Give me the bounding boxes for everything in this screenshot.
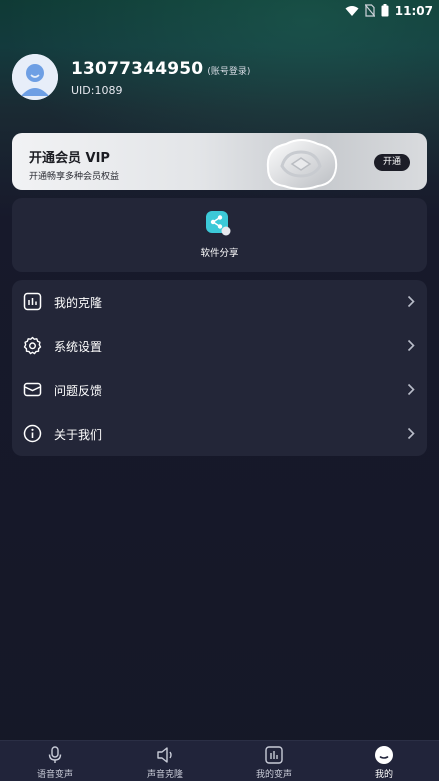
menu-item-feedback[interactable]: 问题反馈 bbox=[12, 368, 427, 412]
menu-item-my-clones[interactable]: 我的克隆 bbox=[12, 280, 427, 324]
user-phone: 13077344950 bbox=[71, 59, 204, 79]
avatar-person-icon bbox=[12, 54, 58, 100]
screen: 11:07 13077344950 (账号登录) UID:1089 开通会员 V… bbox=[0, 0, 439, 781]
profile-icon bbox=[375, 746, 393, 764]
bottom-nav: 语音变声 声音克隆 我的变声 我的 bbox=[0, 740, 439, 781]
share-card[interactable]: 软件分享 bbox=[12, 198, 427, 272]
battery-icon bbox=[381, 2, 389, 21]
nav-label: 我的 bbox=[374, 770, 393, 780]
speaker-icon bbox=[157, 747, 172, 763]
profile-header[interactable]: 13077344950 (账号登录) UID:1089 bbox=[12, 54, 427, 102]
chevron-right-icon bbox=[407, 383, 415, 396]
wifi-icon bbox=[345, 2, 359, 21]
share-icon bbox=[206, 211, 231, 236]
vip-open-button[interactable]: 开通 bbox=[374, 154, 410, 171]
vip-subtitle: 开通畅享多种会员权益 bbox=[29, 172, 120, 182]
nav-voice-clone[interactable]: 声音克隆 bbox=[110, 741, 220, 781]
gear-icon bbox=[23, 336, 42, 355]
vip-title: 开通会员 VIP bbox=[29, 151, 110, 166]
nav-voice-change[interactable]: 语音变声 bbox=[0, 741, 110, 781]
menu-label: 关于我们 bbox=[54, 428, 103, 442]
nav-my-voice-change[interactable]: 我的变声 bbox=[219, 741, 329, 781]
user-uid: UID:1089 bbox=[71, 84, 123, 97]
nav-label: 语音变声 bbox=[36, 770, 73, 780]
settings-menu: 我的克隆 系统设置 问题反馈 关于我们 bbox=[12, 280, 427, 456]
status-icons: 11:07 bbox=[345, 2, 433, 20]
chevron-right-icon bbox=[407, 339, 415, 352]
menu-item-about-us[interactable]: 关于我们 bbox=[12, 412, 427, 456]
status-bar: 11:07 bbox=[0, 0, 439, 22]
info-icon bbox=[23, 424, 42, 443]
share-label: 软件分享 bbox=[200, 248, 239, 259]
status-time: 11:07 bbox=[394, 4, 433, 18]
nav-label: 我的变声 bbox=[255, 770, 292, 780]
vip-emblem-icon bbox=[266, 139, 338, 190]
chevron-right-icon bbox=[407, 295, 415, 308]
equalizer-icon bbox=[265, 746, 283, 764]
menu-label: 问题反馈 bbox=[54, 384, 103, 398]
menu-item-system-settings[interactable]: 系统设置 bbox=[12, 324, 427, 368]
chart-icon bbox=[23, 292, 42, 311]
menu-label: 系统设置 bbox=[54, 340, 103, 354]
username-row: 13077344950 (账号登录) bbox=[71, 59, 250, 79]
menu-label: 我的克隆 bbox=[54, 296, 103, 310]
no-sim-icon bbox=[364, 2, 376, 21]
login-type-label: (账号登录) bbox=[207, 67, 251, 77]
vip-card[interactable]: 开通会员 VIP 开通畅享多种会员权益 开通 bbox=[12, 133, 427, 190]
nav-label: 声音克隆 bbox=[146, 770, 183, 780]
microphone-icon bbox=[48, 746, 62, 763]
avatar[interactable] bbox=[12, 54, 58, 100]
chevron-right-icon bbox=[407, 427, 415, 440]
nav-mine[interactable]: 我的 bbox=[329, 741, 439, 781]
mail-icon bbox=[23, 382, 42, 397]
